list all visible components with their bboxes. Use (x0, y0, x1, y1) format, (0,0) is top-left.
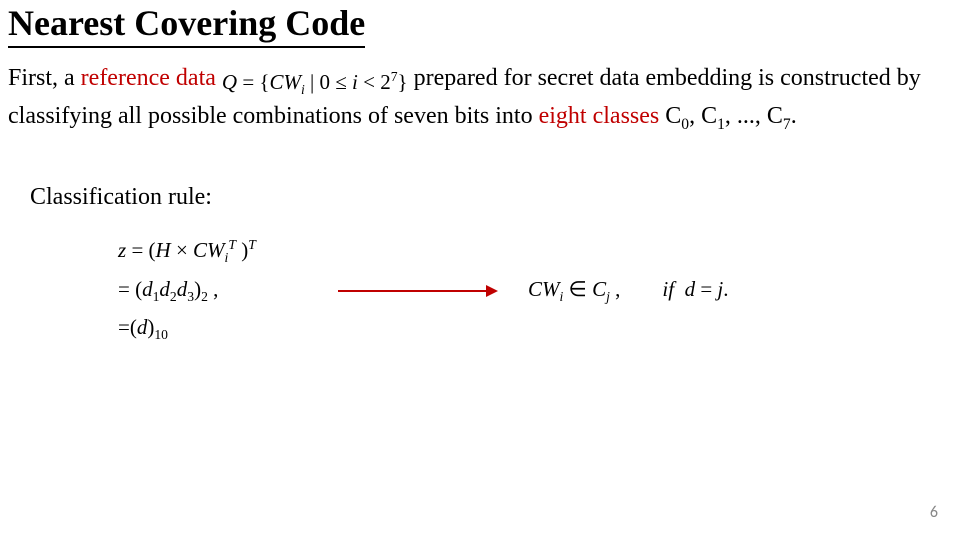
text: = ( (126, 238, 155, 262)
sym-d: d (685, 277, 696, 301)
sym-z: z (118, 238, 126, 262)
word-if: if (662, 277, 674, 301)
text: | 0 ≤ (305, 70, 352, 94)
page-number: 6 (930, 503, 938, 522)
sup-7: 7 (391, 69, 398, 84)
sub-i: i (225, 251, 229, 266)
term-reference-data: reference data (81, 65, 216, 91)
text: C (659, 103, 681, 129)
text: , (208, 277, 219, 301)
arrow-icon (338, 283, 498, 299)
sup-T: T (248, 237, 256, 252)
text: } (398, 70, 408, 94)
text: . (791, 103, 797, 129)
text: , ..., C (725, 103, 783, 129)
slide-title: Nearest Covering Code (8, 2, 365, 48)
sym-C: C (592, 277, 606, 301)
text: , (610, 277, 621, 301)
sym-CW: CW (193, 238, 225, 262)
sym-d: d (137, 315, 148, 339)
text: × (171, 238, 193, 262)
sub: 7 (783, 115, 791, 132)
formula-row-1: z = (H × CWiT )T (118, 237, 952, 266)
sym-d: d (177, 277, 188, 301)
formula-Q-def: Q = {CWi | 0 ≤ i < 27} (222, 68, 408, 100)
formula-block: z = (H × CWiT )T = (d1d2d3)2 , =(d)10 CW… (118, 237, 952, 357)
sym-d: d (159, 277, 170, 301)
sym-CW: CW (270, 70, 302, 94)
text: = (695, 277, 717, 301)
term-eight-classes: eight classes (539, 103, 660, 129)
sub: 2 (170, 289, 177, 304)
slide: Nearest Covering Code First, a reference… (0, 0, 960, 540)
text: = ( (118, 277, 142, 301)
text: . (723, 277, 728, 301)
text: First, a (8, 65, 81, 91)
sub: 1 (717, 115, 725, 132)
sub-base: 2 (201, 289, 208, 304)
intro-paragraph: First, a reference data Q = {CWi | 0 ≤ i… (8, 62, 948, 134)
sym-Q: Q (222, 70, 237, 94)
text: ) (236, 238, 248, 262)
text: =( (118, 315, 137, 339)
text (674, 277, 685, 301)
sym-CW: CW (528, 277, 560, 301)
text: < 2 (358, 70, 391, 94)
text: = { (237, 70, 269, 94)
sym-H: H (156, 238, 171, 262)
text: ∈ (563, 277, 592, 301)
sym-d: d (142, 277, 153, 301)
sup-T: T (228, 237, 236, 252)
sub-base: 10 (154, 327, 168, 342)
sub: 0 (681, 115, 689, 132)
text (620, 277, 662, 301)
text: , C (689, 103, 717, 129)
classification-rule-label: Classification rule: (30, 184, 952, 211)
formula-row-3: =(d)10 (118, 315, 952, 343)
formula-result: CWi ∈ Cj , if d = j. (528, 277, 729, 305)
